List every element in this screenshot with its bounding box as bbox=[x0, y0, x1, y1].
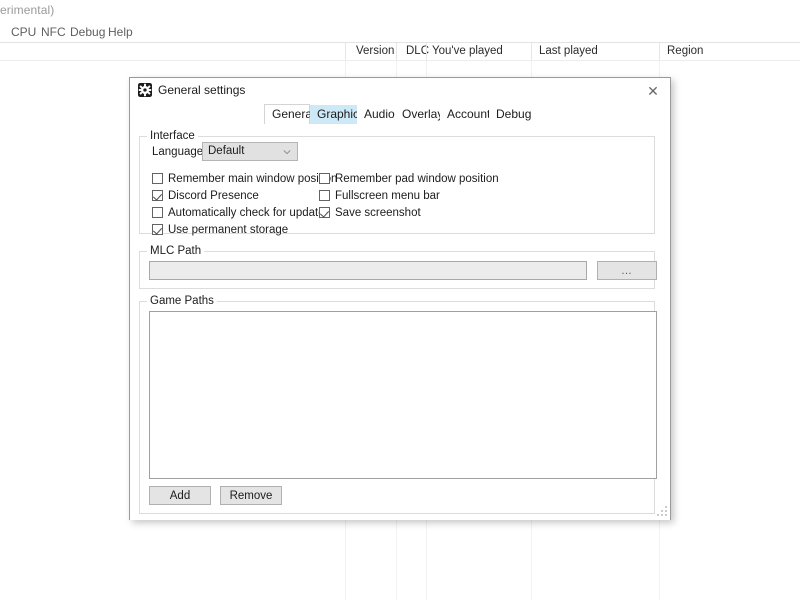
checkbox-box bbox=[152, 173, 163, 184]
column-divider[interactable] bbox=[396, 43, 397, 60]
checkbox-label: Fullscreen menu bar bbox=[335, 189, 440, 202]
column-header-version[interactable]: Version bbox=[356, 45, 394, 57]
interface-group-legend: Interface bbox=[147, 130, 198, 142]
tab-graphics[interactable]: Graphics bbox=[310, 105, 365, 124]
checkbox-use-permanent-storage[interactable]: Use permanent storage bbox=[152, 222, 288, 237]
column-divider[interactable] bbox=[426, 43, 427, 60]
checkbox-fullscreen-menu-bar[interactable]: Fullscreen menu bar bbox=[319, 188, 440, 203]
dialog-title-text: General settings bbox=[158, 83, 246, 97]
checkbox-box bbox=[152, 207, 163, 218]
remove-button[interactable]: Remove bbox=[220, 486, 282, 505]
dialog-content-panel: Interface Language Default Remember main… bbox=[130, 124, 670, 520]
tab-general[interactable]: General bbox=[264, 104, 315, 125]
checkbox-label: Save screenshot bbox=[335, 206, 421, 219]
list-header-underline bbox=[0, 60, 800, 61]
add-button[interactable]: Add bbox=[149, 486, 211, 505]
mlc-browse-button[interactable]: … bbox=[597, 261, 657, 280]
main-menubar: CPU NFC Debug Help bbox=[0, 21, 800, 42]
checkbox-remember-main-window-position[interactable]: Remember main window position bbox=[152, 171, 337, 186]
checkbox-save-screenshot[interactable]: Save screenshot bbox=[319, 205, 421, 220]
game-paths-group: Game Paths Add Remove bbox=[139, 295, 657, 514]
resize-grip[interactable] bbox=[657, 506, 668, 517]
checkbox-box bbox=[152, 190, 163, 201]
general-settings-dialog: General settings ✕ General Graphics Audi… bbox=[129, 77, 671, 520]
column-header-region[interactable]: Region bbox=[667, 45, 703, 57]
game-list-header: Version DLC You've played Last played Re… bbox=[0, 43, 800, 61]
language-select[interactable]: Default bbox=[202, 142, 298, 161]
checkbox-label: Discord Presence bbox=[168, 189, 259, 202]
mlc-path-group: MLC Path … bbox=[139, 245, 657, 289]
column-divider[interactable] bbox=[531, 43, 532, 60]
checkbox-label: Automatically check for updates bbox=[168, 206, 331, 219]
main-window-title: erimental) bbox=[0, 3, 55, 17]
column-header-youve-played[interactable]: You've played bbox=[432, 45, 503, 57]
menu-item-nfc[interactable]: NFC bbox=[38, 24, 69, 40]
menu-item-help[interactable]: Help bbox=[105, 24, 136, 40]
checkbox-box bbox=[152, 224, 163, 235]
menu-item-cpu[interactable]: CPU bbox=[8, 24, 39, 40]
menu-item-debug[interactable]: Debug bbox=[67, 24, 108, 40]
interface-group: Interface Language Default Remember main… bbox=[139, 130, 655, 237]
dialog-titlebar[interactable]: General settings ✕ bbox=[130, 78, 670, 103]
language-selected-value: Default bbox=[208, 145, 245, 157]
checkbox-label: Remember main window position bbox=[168, 172, 338, 185]
close-icon[interactable]: ✕ bbox=[636, 78, 670, 103]
game-paths-list[interactable] bbox=[149, 311, 657, 479]
tab-audio[interactable]: Audio bbox=[357, 105, 395, 124]
chevron-down-icon bbox=[283, 150, 291, 155]
main-window-titlebar: erimental) bbox=[0, 0, 800, 20]
mlc-path-input[interactable] bbox=[149, 261, 587, 280]
column-divider[interactable] bbox=[659, 43, 660, 60]
language-label: Language bbox=[152, 146, 204, 158]
checkbox-label: Use permanent storage bbox=[168, 223, 289, 236]
game-paths-group-legend: Game Paths bbox=[147, 295, 217, 307]
checkbox-box bbox=[319, 173, 330, 184]
checkbox-box bbox=[319, 190, 330, 201]
checkbox-discord-presence[interactable]: Discord Presence bbox=[152, 188, 259, 203]
column-header-last-played[interactable]: Last played bbox=[539, 45, 598, 57]
checkbox-automatically-check-for-updates[interactable]: Automatically check for updates bbox=[152, 205, 330, 220]
checkbox-box bbox=[319, 207, 330, 218]
mlc-path-group-legend: MLC Path bbox=[147, 245, 205, 257]
tab-overlay[interactable]: Overlay bbox=[395, 105, 443, 124]
tab-debug[interactable]: Debug bbox=[489, 105, 531, 124]
checkbox-label: Remember pad window position bbox=[335, 172, 499, 185]
dialog-tabbar: General Graphics Audio Overlay Account D… bbox=[130, 103, 670, 125]
gear-icon bbox=[138, 83, 152, 97]
tab-account[interactable]: Account bbox=[440, 105, 490, 124]
column-divider[interactable] bbox=[345, 43, 346, 60]
checkbox-remember-pad-window-position[interactable]: Remember pad window position bbox=[319, 171, 499, 186]
